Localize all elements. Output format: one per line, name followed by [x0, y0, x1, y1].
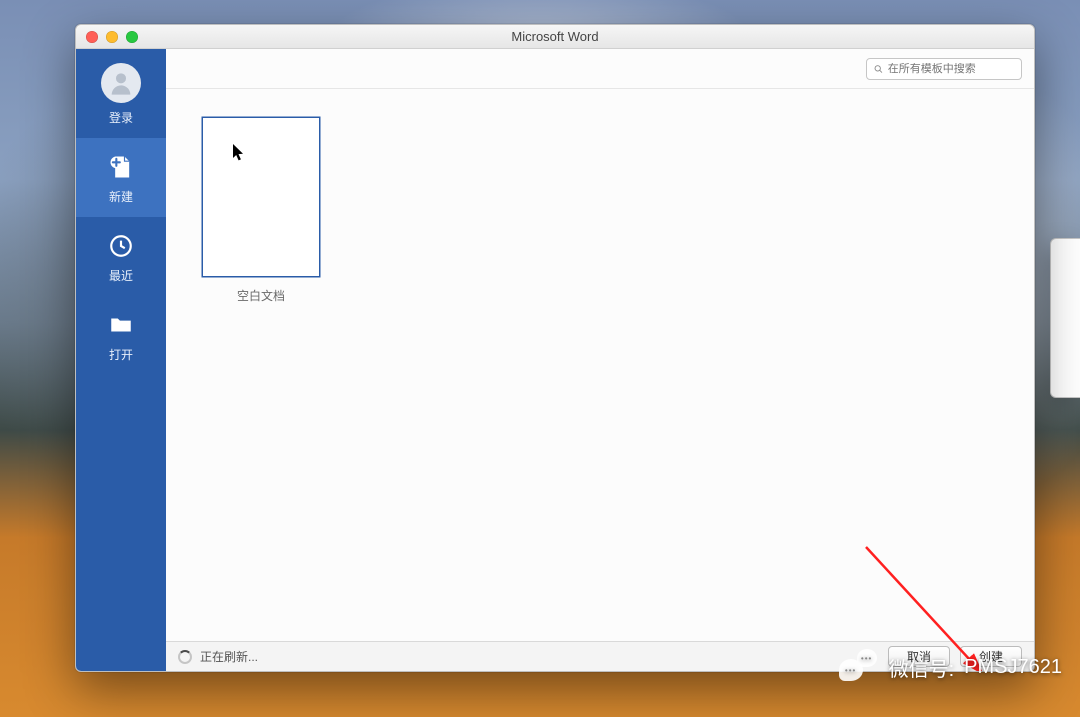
- search-input[interactable]: [888, 63, 1015, 75]
- clock-icon: [106, 231, 136, 261]
- sidebar-item-open[interactable]: 打开: [76, 296, 166, 375]
- status-right: 取消 创建: [888, 646, 1022, 667]
- folder-icon: [106, 310, 136, 340]
- titlebar: Microsoft Word: [76, 25, 1034, 49]
- background-window-edge: [1050, 238, 1080, 398]
- template-label: 空白文档: [237, 287, 285, 304]
- status-text: 正在刷新...: [200, 648, 258, 665]
- sidebar-item-recent[interactable]: 最近: [76, 217, 166, 296]
- cancel-button[interactable]: 取消: [888, 646, 950, 667]
- status-left: 正在刷新...: [178, 648, 258, 665]
- template-tile-blank[interactable]: 空白文档: [202, 117, 320, 304]
- minimize-window-button[interactable]: [106, 31, 118, 43]
- sidebar-item-label: 最近: [109, 267, 133, 284]
- search-bar: [166, 49, 1034, 89]
- avatar-icon: [101, 63, 141, 103]
- loading-spinner-icon: [178, 650, 192, 664]
- word-template-window: Microsoft Word 登录 新建: [75, 24, 1035, 672]
- sidebar-item-label: 新建: [109, 188, 133, 205]
- create-button[interactable]: 创建: [960, 646, 1022, 667]
- template-thumbnail: [202, 117, 320, 277]
- search-icon: [873, 63, 884, 75]
- window-body: 登录 新建 最近: [76, 49, 1034, 671]
- status-bar: 正在刷新... 取消 创建: [166, 641, 1034, 671]
- sidebar-item-label: 登录: [109, 109, 133, 126]
- sidebar: 登录 新建 最近: [76, 49, 166, 671]
- sidebar-item-new[interactable]: 新建: [76, 138, 166, 217]
- mouse-cursor-icon: [233, 144, 245, 162]
- new-document-icon: [106, 152, 136, 182]
- close-window-button[interactable]: [86, 31, 98, 43]
- search-field[interactable]: [866, 58, 1022, 80]
- window-title: Microsoft Word: [76, 29, 1034, 44]
- template-gallery: 空白文档: [166, 89, 1034, 641]
- window-controls: [76, 31, 138, 43]
- sidebar-item-signin[interactable]: 登录: [76, 49, 166, 138]
- sidebar-item-label: 打开: [109, 346, 133, 363]
- main-area: 空白文档 正在刷新... 取消 创建: [166, 49, 1034, 671]
- zoom-window-button[interactable]: [126, 31, 138, 43]
